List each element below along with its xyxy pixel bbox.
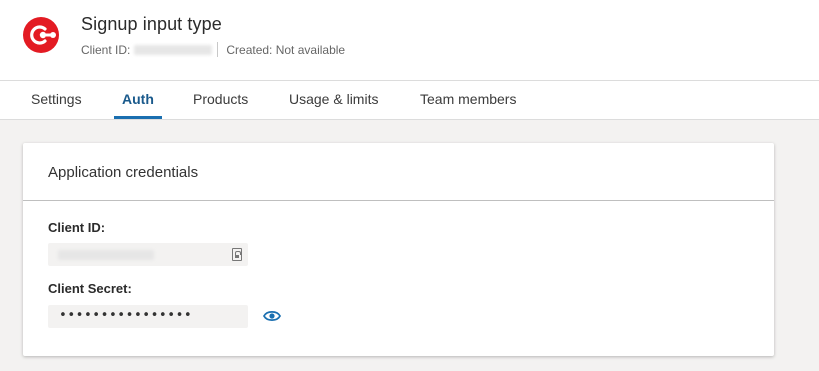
client-id-field[interactable]: [48, 243, 248, 266]
tab-settings[interactable]: Settings: [31, 91, 82, 107]
tabs-divider: [0, 119, 819, 120]
client-secret-field[interactable]: ••••••••••••••••: [48, 305, 248, 328]
client-secret-label: Client Secret:: [48, 281, 132, 296]
tab-team-members[interactable]: Team members: [420, 91, 516, 107]
card-title: Application credentials: [48, 164, 199, 181]
tab-usage-limits[interactable]: Usage & limits: [289, 91, 378, 107]
created-text: Created: Not available: [226, 42, 346, 57]
tab-bar: Settings Auth Products Usage & limits Te…: [0, 81, 819, 119]
client-id-label: Client ID:: [48, 220, 106, 235]
app-logo-icon: [23, 17, 59, 53]
credentials-card: Application credentials Client ID: Clien…: [23, 143, 774, 356]
client-id-value-redacted: [58, 250, 154, 260]
client-id-redacted: [134, 44, 213, 55]
client-secret-value: ••••••••••••••••: [59, 308, 193, 323]
eye-icon[interactable]: [263, 309, 281, 323]
tab-auth[interactable]: Auth: [122, 91, 154, 107]
app-title: Signup input type: [81, 14, 222, 34]
tab-products[interactable]: Products: [193, 91, 248, 107]
app-meta: Client ID: Created: Not available: [81, 42, 345, 57]
copy-to-clipboard-icon[interactable]: [232, 248, 242, 261]
meta-separator: [217, 42, 219, 57]
client-id-meta-label: Client ID:: [81, 42, 131, 57]
card-divider: [23, 200, 774, 201]
